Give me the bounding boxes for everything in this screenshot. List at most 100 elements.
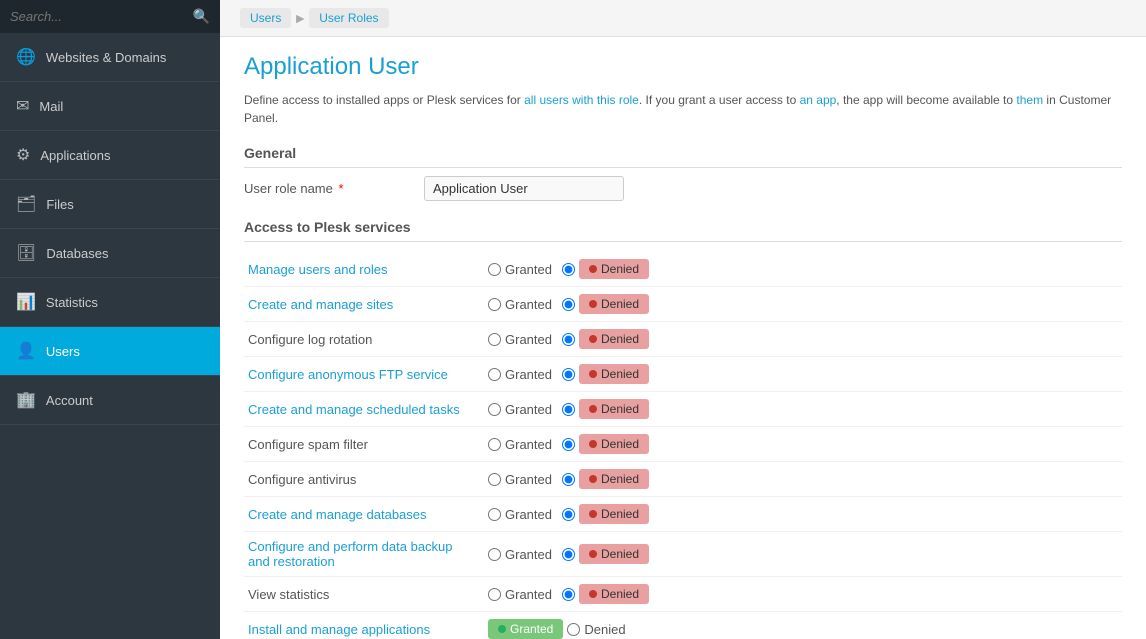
access-row-label-6: Configure antivirus [244,462,484,497]
granted-text-3: Granted [505,367,552,382]
breadcrumb: Users ► User Roles [220,0,1146,37]
granted-text-8: Granted [505,547,552,562]
search-box[interactable]: 🔍 [0,0,220,33]
access-row-label-3: Configure anonymous FTP service [244,357,484,392]
sidebar-item-mail[interactable]: ✉Mail [0,82,220,131]
granted-button-10[interactable]: Granted [488,619,563,639]
content-area: Application User Define access to instal… [220,37,1146,639]
denied-label: Denied [601,472,639,486]
sidebar-item-websites[interactable]: 🌐Websites & Domains [0,33,220,82]
denied-button-4[interactable]: Denied [579,399,649,419]
denied-label: Denied [601,332,639,346]
access-row: Install and manage applicationsGrantedDe… [244,612,1122,639]
sidebar-item-databases[interactable]: 🗄Databases [0,229,220,278]
access-row-label-7: Create and manage databases [244,497,484,532]
page-description: Define access to installed apps or Plesk… [244,91,1122,127]
denied-label: Denied [601,437,639,451]
denied-button-0[interactable]: Denied [579,259,649,279]
granted-text-2: Granted [505,332,552,347]
granted-radio-1[interactable] [488,298,501,311]
granted-radio-0[interactable] [488,263,501,276]
granted-dot [498,625,506,633]
access-row: Create and manage scheduled tasksGranted… [244,392,1122,427]
denied-radio-10[interactable] [567,623,580,636]
granted-radio-8[interactable] [488,548,501,561]
denied-radio-2[interactable] [562,333,575,346]
sidebar-item-applications[interactable]: ⚙ Applications [0,131,220,180]
sidebar-item-files[interactable]: 🗂Files [0,180,220,229]
denied-button-7[interactable]: Denied [579,504,649,524]
breadcrumb-users[interactable]: Users [240,8,291,28]
account-icon: 🏢 [16,390,36,410]
denied-radio-8[interactable] [562,548,575,561]
sidebar-item-label: Applications [40,148,110,163]
access-row-controls-8: Granted Denied [484,532,1122,577]
granted-text-6: Granted [505,472,552,487]
denied-button-9[interactable]: Denied [579,584,649,604]
sidebar-item-label: Mail [39,99,63,114]
user-role-input-wrap[interactable] [424,176,624,201]
access-row-label-4: Create and manage scheduled tasks [244,392,484,427]
denied-radio-3[interactable] [562,368,575,381]
denied-dot [589,510,597,518]
granted-radio-4[interactable] [488,403,501,416]
denied-radio-7[interactable] [562,508,575,521]
denied-button-6[interactable]: Denied [579,469,649,489]
search-input[interactable] [10,9,193,24]
denied-button-1[interactable]: Denied [579,294,649,314]
denied-radio-9[interactable] [562,588,575,601]
granted-text-4: Granted [505,402,552,417]
sidebar: 🔍 🌐Websites & Domains✉Mail ⚙ Applications 🗂… [0,0,220,639]
granted-text-1: Granted [505,297,552,312]
access-row: Create and manage databasesGrantedDenied [244,497,1122,532]
denied-button-2[interactable]: Denied [579,329,649,349]
access-row-label-2: Configure log rotation [244,322,484,357]
granted-text-5: Granted [505,437,552,452]
files-icon: 🗂 [16,194,36,214]
denied-text-10: Denied [584,622,625,637]
main-content: Users ► User Roles Application User Defi… [220,0,1146,639]
sidebar-item-account[interactable]: 🏢 Account [0,376,220,425]
user-role-input[interactable] [424,176,624,201]
access-row: Manage users and rolesGrantedDenied [244,252,1122,287]
access-row-controls-10: Granted Denied [484,612,1122,639]
granted-radio-7[interactable] [488,508,501,521]
denied-button-8[interactable]: Denied [579,544,649,564]
access-row: Create and manage sites Granted Denied [244,287,1122,322]
access-row-label-1: Create and manage sites [244,287,484,322]
denied-radio-6[interactable] [562,473,575,486]
users-icon: 👤 [16,341,36,361]
granted-radio-6[interactable] [488,473,501,486]
denied-label: Denied [601,507,639,521]
granted-text-9: Granted [505,587,552,602]
applications-icon: ⚙ [16,145,30,165]
denied-button-3[interactable]: Denied [579,364,649,384]
breadcrumb-sep: ► [293,10,307,26]
user-role-row: User role name * [244,176,1122,201]
access-row-controls-5: Granted Denied [484,427,1122,462]
denied-radio-1[interactable] [562,298,575,311]
denied-button-5[interactable]: Denied [579,434,649,454]
sidebar-item-users[interactable]: 👤Users [0,327,220,376]
denied-radio-0[interactable] [562,263,575,276]
access-row-label-9: View statistics [244,577,484,612]
access-row-controls-9: Granted Denied [484,577,1122,612]
access-table: Manage users and rolesGrantedDeniedCreat… [244,252,1122,639]
denied-dot [589,405,597,413]
denied-dot [589,300,597,308]
sidebar-item-label: Account [46,393,93,408]
granted-radio-2[interactable] [488,333,501,346]
granted-text-0: Granted [505,262,552,277]
websites-icon: 🌐 [16,47,36,67]
granted-radio-3[interactable] [488,368,501,381]
access-row: Configure spam filterGrantedDenied [244,427,1122,462]
granted-radio-5[interactable] [488,438,501,451]
denied-radio-4[interactable] [562,403,575,416]
breadcrumb-user-roles[interactable]: User Roles [309,8,388,28]
sidebar-item-statistics[interactable]: 📊Statistics [0,278,220,327]
denied-dot [589,265,597,273]
access-row-controls-4: Granted Denied [484,392,1122,427]
denied-dot [589,370,597,378]
granted-radio-9[interactable] [488,588,501,601]
denied-radio-5[interactable] [562,438,575,451]
